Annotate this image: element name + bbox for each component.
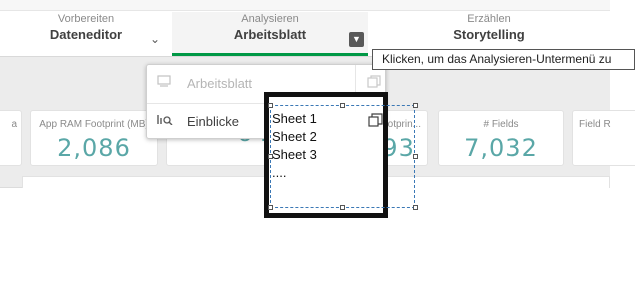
nav-analyze[interactable]: Analysieren Arbeitsblatt — [172, 12, 368, 56]
sheet-item: Sheet 2 — [272, 129, 317, 144]
nav-narrate-main: Storytelling — [453, 27, 525, 42]
resize-handle[interactable] — [340, 103, 345, 108]
duplicate-icon[interactable] — [368, 113, 383, 127]
insights-icon — [157, 113, 173, 127]
top-strip — [0, 0, 610, 11]
menu-item-label: Arbeitsblatt — [187, 76, 253, 91]
resize-handle[interactable] — [413, 103, 418, 108]
sheet-icon — [157, 75, 171, 89]
resize-handle[interactable] — [413, 154, 418, 159]
kpi-label: a — [11, 119, 17, 130]
sheet-item: Sheet 3 — [272, 147, 317, 162]
annotation-sheet-list: Sheet 1 Sheet 2 Sheet 3 .... — [272, 110, 317, 182]
analyze-dropdown-button[interactable]: ▼ — [349, 32, 364, 47]
resize-handle[interactable] — [340, 205, 345, 210]
menu-item-label: Einblicke — [187, 114, 240, 129]
resize-handle[interactable] — [413, 205, 418, 210]
kpi-card-2[interactable]: App RAM Footprint (MB) 2,086 — [30, 110, 158, 166]
sheet-item: .... — [272, 165, 287, 180]
analyze-tooltip: Klicken, um das Analysieren-Untermenü zu — [372, 49, 635, 70]
kpi-value: 2,086 — [57, 134, 131, 162]
kpi-label: # Fields — [483, 119, 519, 130]
nav-analyze-main: Arbeitsblatt — [233, 27, 307, 42]
kpi-card-1[interactable]: a — [0, 110, 22, 166]
kpi-value: 7,032 — [464, 134, 538, 162]
nav-prepare-sub: Vorbereiten — [57, 13, 115, 25]
kpi-label: Field R — [579, 119, 611, 130]
chevron-down-icon[interactable]: ⌄ — [150, 32, 160, 46]
nav-analyze-sub: Analysieren — [241, 13, 299, 25]
nav-narrate-sub: Erzählen — [467, 13, 511, 25]
kpi-card-6[interactable]: Field R — [572, 110, 635, 166]
nav-prepare-main: Dateneditor — [49, 27, 123, 42]
resize-handle[interactable] — [268, 103, 273, 108]
nav-prepare[interactable]: Vorbereiten Dateneditor ⌄ — [0, 12, 172, 56]
kpi-label: App RAM Footprint (MB) — [39, 119, 149, 130]
resize-handle[interactable] — [268, 205, 273, 210]
kpi-card-5[interactable]: # Fields 7,032 — [438, 110, 564, 166]
sheet-item: Sheet 1 — [272, 111, 317, 126]
